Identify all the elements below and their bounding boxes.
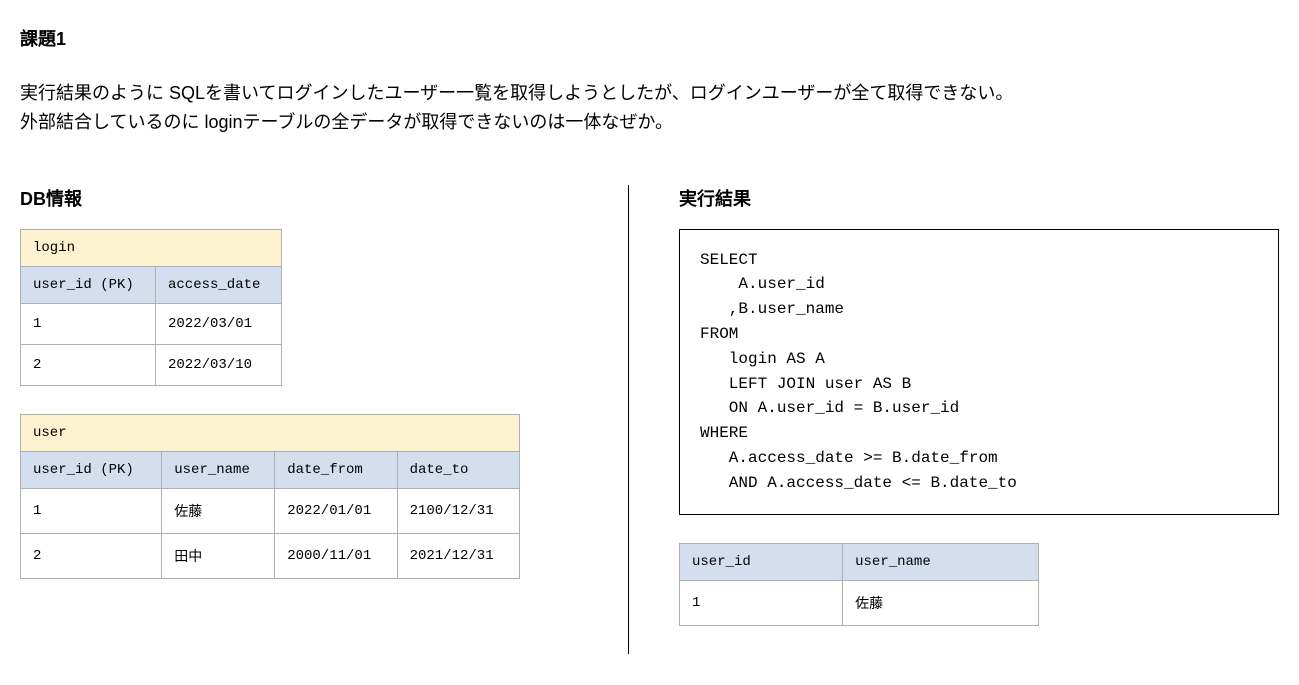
user-col-0: user_id (PK): [21, 451, 162, 488]
user-cell: 2: [21, 533, 162, 578]
user-table: user user_id (PK) user_name date_from da…: [20, 414, 520, 579]
result-col-0: user_id: [680, 543, 843, 580]
page-title: 課題1: [20, 25, 1279, 51]
user-cell: 2022/01/01: [275, 488, 397, 533]
result-cell: 佐藤: [843, 580, 1039, 625]
table-row: 1 2022/03/01: [21, 303, 282, 344]
user-cell: 佐藤: [162, 488, 275, 533]
question-line-2: 外部結合しているのに loginテーブルの全データが取得できないのは一体なぜか。: [20, 108, 1279, 137]
db-info-column: DB情報 login user_id (PK) access_date 1 20…: [20, 185, 629, 654]
user-cell: 2021/12/31: [397, 533, 519, 578]
user-cell: 田中: [162, 533, 275, 578]
user-col-2: date_from: [275, 451, 397, 488]
result-heading: 実行結果: [679, 185, 1279, 211]
result-table: user_id user_name 1 佐藤: [679, 543, 1039, 626]
login-cell: 2: [21, 344, 156, 385]
login-table-name: login: [21, 229, 282, 266]
login-table: login user_id (PK) access_date 1 2022/03…: [20, 229, 282, 386]
user-cell: 2000/11/01: [275, 533, 397, 578]
login-cell: 2022/03/01: [156, 303, 282, 344]
user-cell: 2100/12/31: [397, 488, 519, 533]
question-line-1: 実行結果のように SQLを書いてログインしたユーザー一覧を取得しようとしたが、ロ…: [20, 79, 1279, 108]
login-cell: 1: [21, 303, 156, 344]
table-row: 2 2022/03/10: [21, 344, 282, 385]
user-col-1: user_name: [162, 451, 275, 488]
table-row: 1 佐藤 2022/01/01 2100/12/31: [21, 488, 520, 533]
result-column: 実行結果 SELECT A.user_id ,B.user_name FROM …: [629, 185, 1279, 654]
result-col-1: user_name: [843, 543, 1039, 580]
user-table-name: user: [21, 414, 520, 451]
table-row: 2 田中 2000/11/01 2021/12/31: [21, 533, 520, 578]
table-row: 1 佐藤: [680, 580, 1039, 625]
login-col-1: access_date: [156, 266, 282, 303]
result-cell: 1: [680, 580, 843, 625]
db-info-heading: DB情報: [20, 185, 608, 211]
question-text: 実行結果のように SQLを書いてログインしたユーザー一覧を取得しようとしたが、ロ…: [20, 79, 1279, 137]
user-col-3: date_to: [397, 451, 519, 488]
login-cell: 2022/03/10: [156, 344, 282, 385]
columns-container: DB情報 login user_id (PK) access_date 1 20…: [20, 185, 1279, 654]
user-cell: 1: [21, 488, 162, 533]
login-col-0: user_id (PK): [21, 266, 156, 303]
sql-code-box: SELECT A.user_id ,B.user_name FROM login…: [679, 229, 1279, 515]
